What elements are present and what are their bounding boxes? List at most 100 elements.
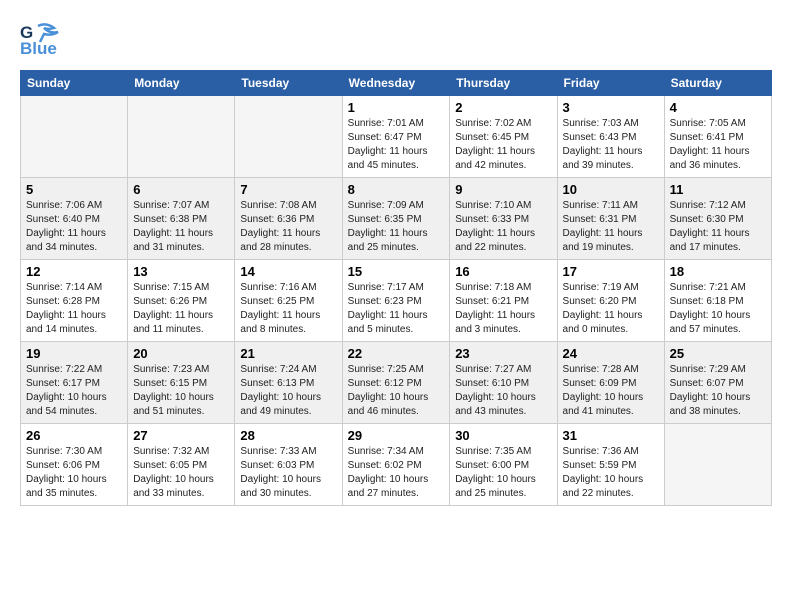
day-number: 26 [26,428,122,443]
calendar-table: SundayMondayTuesdayWednesdayThursdayFrid… [20,70,772,506]
day-info: Sunrise: 7:34 AM Sunset: 6:02 PM Dayligh… [348,445,445,501]
day-header-monday: Monday [128,71,235,96]
calendar-cell [128,96,235,178]
day-number: 12 [26,264,122,279]
day-info: Sunrise: 7:06 AM Sunset: 6:40 PM Dayligh… [26,199,122,255]
day-info: Sunrise: 7:01 AM Sunset: 6:47 PM Dayligh… [348,117,445,173]
calendar-cell: 26 Sunrise: 7:30 AM Sunset: 6:06 PM Dayli… [21,424,128,506]
day-number: 10 [563,182,659,197]
calendar-week-3: 12 Sunrise: 7:14 AM Sunset: 6:28 PM Dayli… [21,260,772,342]
calendar-cell: 19 Sunrise: 7:22 AM Sunset: 6:17 PM Dayli… [21,342,128,424]
calendar-cell: 15 Sunrise: 7:17 AM Sunset: 6:23 PM Dayli… [342,260,450,342]
day-info: Sunrise: 7:32 AM Sunset: 6:05 PM Dayligh… [133,445,229,501]
day-info: Sunrise: 7:16 AM Sunset: 6:25 PM Dayligh… [240,281,336,337]
day-number: 6 [133,182,229,197]
day-info: Sunrise: 7:21 AM Sunset: 6:18 PM Dayligh… [670,281,766,337]
day-info: Sunrise: 7:14 AM Sunset: 6:28 PM Dayligh… [26,281,122,337]
calendar-cell: 25 Sunrise: 7:29 AM Sunset: 6:07 PM Dayli… [664,342,771,424]
day-header-sunday: Sunday [21,71,128,96]
day-number: 31 [563,428,659,443]
calendar-cell: 1 Sunrise: 7:01 AM Sunset: 6:47 PM Daylig… [342,96,450,178]
calendar-cell: 5 Sunrise: 7:06 AM Sunset: 6:40 PM Daylig… [21,178,128,260]
day-number: 9 [455,182,551,197]
calendar-cell: 13 Sunrise: 7:15 AM Sunset: 6:26 PM Dayli… [128,260,235,342]
day-number: 8 [348,182,445,197]
calendar-cell: 6 Sunrise: 7:07 AM Sunset: 6:38 PM Daylig… [128,178,235,260]
day-number: 2 [455,100,551,115]
day-info: Sunrise: 7:22 AM Sunset: 6:17 PM Dayligh… [26,363,122,419]
day-number: 29 [348,428,445,443]
day-info: Sunrise: 7:05 AM Sunset: 6:41 PM Dayligh… [670,117,766,173]
day-number: 11 [670,182,766,197]
calendar-week-4: 19 Sunrise: 7:22 AM Sunset: 6:17 PM Dayli… [21,342,772,424]
calendar-cell: 11 Sunrise: 7:12 AM Sunset: 6:30 PM Dayli… [664,178,771,260]
day-info: Sunrise: 7:29 AM Sunset: 6:07 PM Dayligh… [670,363,766,419]
day-number: 17 [563,264,659,279]
day-header-saturday: Saturday [664,71,771,96]
calendar-cell: 29 Sunrise: 7:34 AM Sunset: 6:02 PM Dayli… [342,424,450,506]
day-number: 5 [26,182,122,197]
day-info: Sunrise: 7:08 AM Sunset: 6:36 PM Dayligh… [240,199,336,255]
calendar-cell: 16Sunrise: 7:18 AM Sunset: 6:21 PM Dayli… [450,260,557,342]
calendar-cell: 21Sunrise: 7:24 AM Sunset: 6:13 PM Dayli… [235,342,342,424]
day-info: Sunrise: 7:17 AM Sunset: 6:23 PM Dayligh… [348,281,445,337]
day-info: Sunrise: 7:10 AM Sunset: 6:33 PM Dayligh… [455,199,551,255]
calendar-cell [664,424,771,506]
day-header-tuesday: Tuesday [235,71,342,96]
day-info: Sunrise: 7:11 AM Sunset: 6:31 PM Dayligh… [563,199,659,255]
day-info: Sunrise: 7:36 AM Sunset: 5:59 PM Dayligh… [563,445,659,501]
calendar-header-row: SundayMondayTuesdayWednesdayThursdayFrid… [21,71,772,96]
logo: G Blue [20,20,64,60]
calendar-cell: 12 Sunrise: 7:14 AM Sunset: 6:28 PM Dayli… [21,260,128,342]
day-info: Sunrise: 7:15 AM Sunset: 6:26 PM Dayligh… [133,281,229,337]
calendar-cell: 27 Sunrise: 7:32 AM Sunset: 6:05 PM Dayli… [128,424,235,506]
calendar-cell: 18Sunrise: 7:21 AM Sunset: 6:18 PM Dayli… [664,260,771,342]
day-number: 24 [563,346,659,361]
day-info: Sunrise: 7:27 AM Sunset: 6:10 PM Dayligh… [455,363,551,419]
day-info: Sunrise: 7:30 AM Sunset: 6:06 PM Dayligh… [26,445,122,501]
day-number: 25 [670,346,766,361]
calendar-cell: 23Sunrise: 7:27 AM Sunset: 6:10 PM Dayli… [450,342,557,424]
day-info: Sunrise: 7:35 AM Sunset: 6:00 PM Dayligh… [455,445,551,501]
calendar-cell: 24 Sunrise: 7:28 AM Sunset: 6:09 PM Dayli… [557,342,664,424]
day-info: Sunrise: 7:12 AM Sunset: 6:30 PM Dayligh… [670,199,766,255]
calendar-cell [21,96,128,178]
calendar-week-1: 1 Sunrise: 7:01 AM Sunset: 6:47 PM Daylig… [21,96,772,178]
calendar-cell: 3Sunrise: 7:03 AM Sunset: 6:43 PM Daylig… [557,96,664,178]
logo-svg: G Blue [20,20,64,60]
day-header-wednesday: Wednesday [342,71,450,96]
day-number: 16 [455,264,551,279]
calendar-cell: 10 Sunrise: 7:11 AM Sunset: 6:31 PM Dayli… [557,178,664,260]
calendar-cell: 20Sunrise: 7:23 AM Sunset: 6:15 PM Dayli… [128,342,235,424]
day-info: Sunrise: 7:02 AM Sunset: 6:45 PM Dayligh… [455,117,551,173]
day-number: 1 [348,100,445,115]
day-number: 4 [670,100,766,115]
day-number: 27 [133,428,229,443]
calendar-cell: 7 Sunrise: 7:08 AM Sunset: 6:36 PM Daylig… [235,178,342,260]
day-info: Sunrise: 7:07 AM Sunset: 6:38 PM Dayligh… [133,199,229,255]
day-info: Sunrise: 7:28 AM Sunset: 6:09 PM Dayligh… [563,363,659,419]
calendar-week-5: 26 Sunrise: 7:30 AM Sunset: 6:06 PM Dayli… [21,424,772,506]
day-number: 28 [240,428,336,443]
calendar-cell: 17 Sunrise: 7:19 AM Sunset: 6:20 PM Dayli… [557,260,664,342]
day-number: 19 [26,346,122,361]
calendar-cell: 2 Sunrise: 7:02 AM Sunset: 6:45 PM Daylig… [450,96,557,178]
day-info: Sunrise: 7:19 AM Sunset: 6:20 PM Dayligh… [563,281,659,337]
day-number: 3 [563,100,659,115]
calendar-week-2: 5 Sunrise: 7:06 AM Sunset: 6:40 PM Daylig… [21,178,772,260]
calendar-cell: 8 Sunrise: 7:09 AM Sunset: 6:35 PM Daylig… [342,178,450,260]
day-number: 14 [240,264,336,279]
day-number: 13 [133,264,229,279]
day-info: Sunrise: 7:25 AM Sunset: 6:12 PM Dayligh… [348,363,445,419]
day-number: 21 [240,346,336,361]
day-info: Sunrise: 7:09 AM Sunset: 6:35 PM Dayligh… [348,199,445,255]
calendar-cell: 14 Sunrise: 7:16 AM Sunset: 6:25 PM Dayli… [235,260,342,342]
svg-text:Blue: Blue [20,39,57,58]
calendar-cell [235,96,342,178]
day-number: 15 [348,264,445,279]
day-number: 22 [348,346,445,361]
day-number: 7 [240,182,336,197]
day-info: Sunrise: 7:33 AM Sunset: 6:03 PM Dayligh… [240,445,336,501]
calendar-cell: 22 Sunrise: 7:25 AM Sunset: 6:12 PM Dayli… [342,342,450,424]
calendar-cell: 28 Sunrise: 7:33 AM Sunset: 6:03 PM Dayli… [235,424,342,506]
